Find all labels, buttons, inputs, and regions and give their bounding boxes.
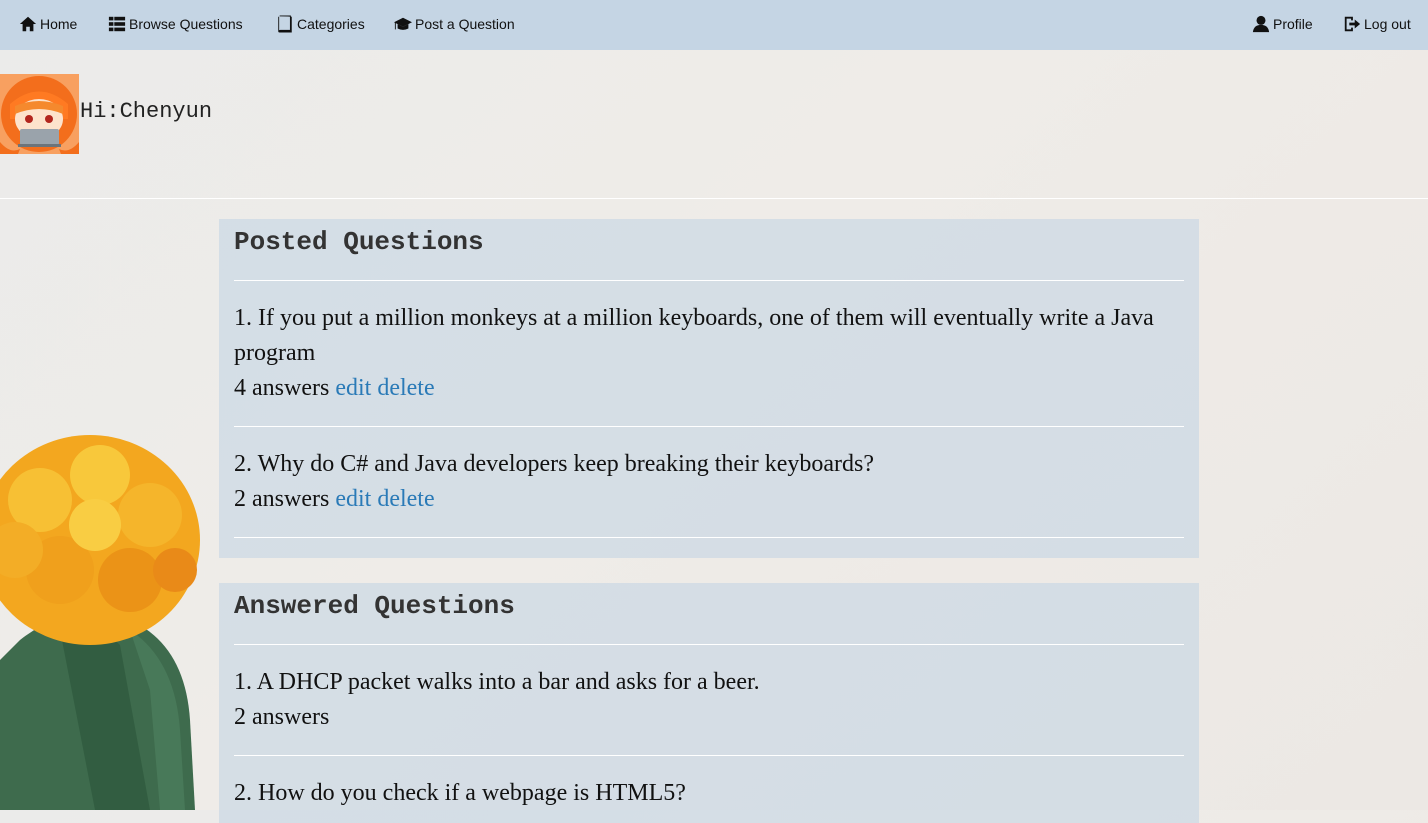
posted-question-meta: 4 answers edit delete bbox=[234, 371, 435, 406]
posted-question-meta: 2 answers edit delete bbox=[234, 482, 435, 517]
graduation-cap-icon bbox=[394, 17, 412, 30]
answered-question-text[interactable]: 2. How do you check if a webpage is HTML… bbox=[234, 776, 1189, 811]
home-icon bbox=[19, 16, 37, 32]
posted-question-text[interactable]: 2. Why do C# and Java developers keep br… bbox=[234, 447, 1189, 482]
posted-questions-panel: Posted Questions 1. If you put a million… bbox=[219, 219, 1199, 558]
greeting-text: Hi:Chenyun bbox=[80, 99, 213, 124]
user-header bbox=[0, 50, 1428, 199]
divider bbox=[234, 755, 1184, 756]
nav-post-label: Post a Question bbox=[415, 16, 515, 32]
delete-link[interactable]: delete bbox=[377, 486, 434, 512]
user-icon bbox=[1252, 15, 1270, 33]
divider bbox=[234, 644, 1184, 645]
cactus-image bbox=[0, 435, 200, 810]
logout-icon bbox=[1344, 16, 1361, 32]
nav-browse-label: Browse Questions bbox=[129, 16, 243, 32]
book-icon bbox=[278, 15, 292, 33]
answered-question-text[interactable]: 1. A DHCP packet walks into a bar and as… bbox=[234, 665, 1189, 700]
answers-count: 2 answers bbox=[234, 486, 330, 512]
answered-questions-panel: Answered Questions 1. A DHCP packet walk… bbox=[219, 583, 1199, 823]
nav-home-label: Home bbox=[40, 16, 78, 32]
posted-question-text[interactable]: 1. If you put a million monkeys at a mil… bbox=[234, 301, 1189, 371]
nav-home[interactable]: Home bbox=[19, 12, 77, 36]
answers-count: 4 answers bbox=[234, 375, 330, 401]
divider bbox=[234, 537, 1184, 538]
nav-logout-label: Log out bbox=[1364, 16, 1411, 32]
nav-categories[interactable]: Categories bbox=[276, 12, 365, 36]
avatar bbox=[0, 74, 79, 154]
nav-browse-questions[interactable]: Browse Questions bbox=[108, 12, 243, 36]
nav-post-question[interactable]: Post a Question bbox=[394, 12, 515, 36]
answered-questions-title: Answered Questions bbox=[234, 591, 515, 621]
nav-profile-label: Profile bbox=[1273, 16, 1313, 32]
list-icon bbox=[108, 16, 126, 32]
divider bbox=[234, 280, 1184, 281]
delete-link[interactable]: delete bbox=[377, 375, 434, 401]
nav-categories-label: Categories bbox=[297, 16, 365, 32]
edit-link[interactable]: edit bbox=[335, 375, 371, 401]
answers-count: 2 answers bbox=[234, 704, 330, 730]
top-navbar: Home Browse Questions Categories Post a … bbox=[0, 0, 1428, 50]
posted-questions-title: Posted Questions bbox=[234, 227, 484, 257]
edit-link[interactable]: edit bbox=[335, 486, 371, 512]
nav-logout[interactable]: Log out bbox=[1343, 12, 1411, 36]
divider bbox=[234, 426, 1184, 427]
nav-profile[interactable]: Profile bbox=[1252, 12, 1313, 36]
